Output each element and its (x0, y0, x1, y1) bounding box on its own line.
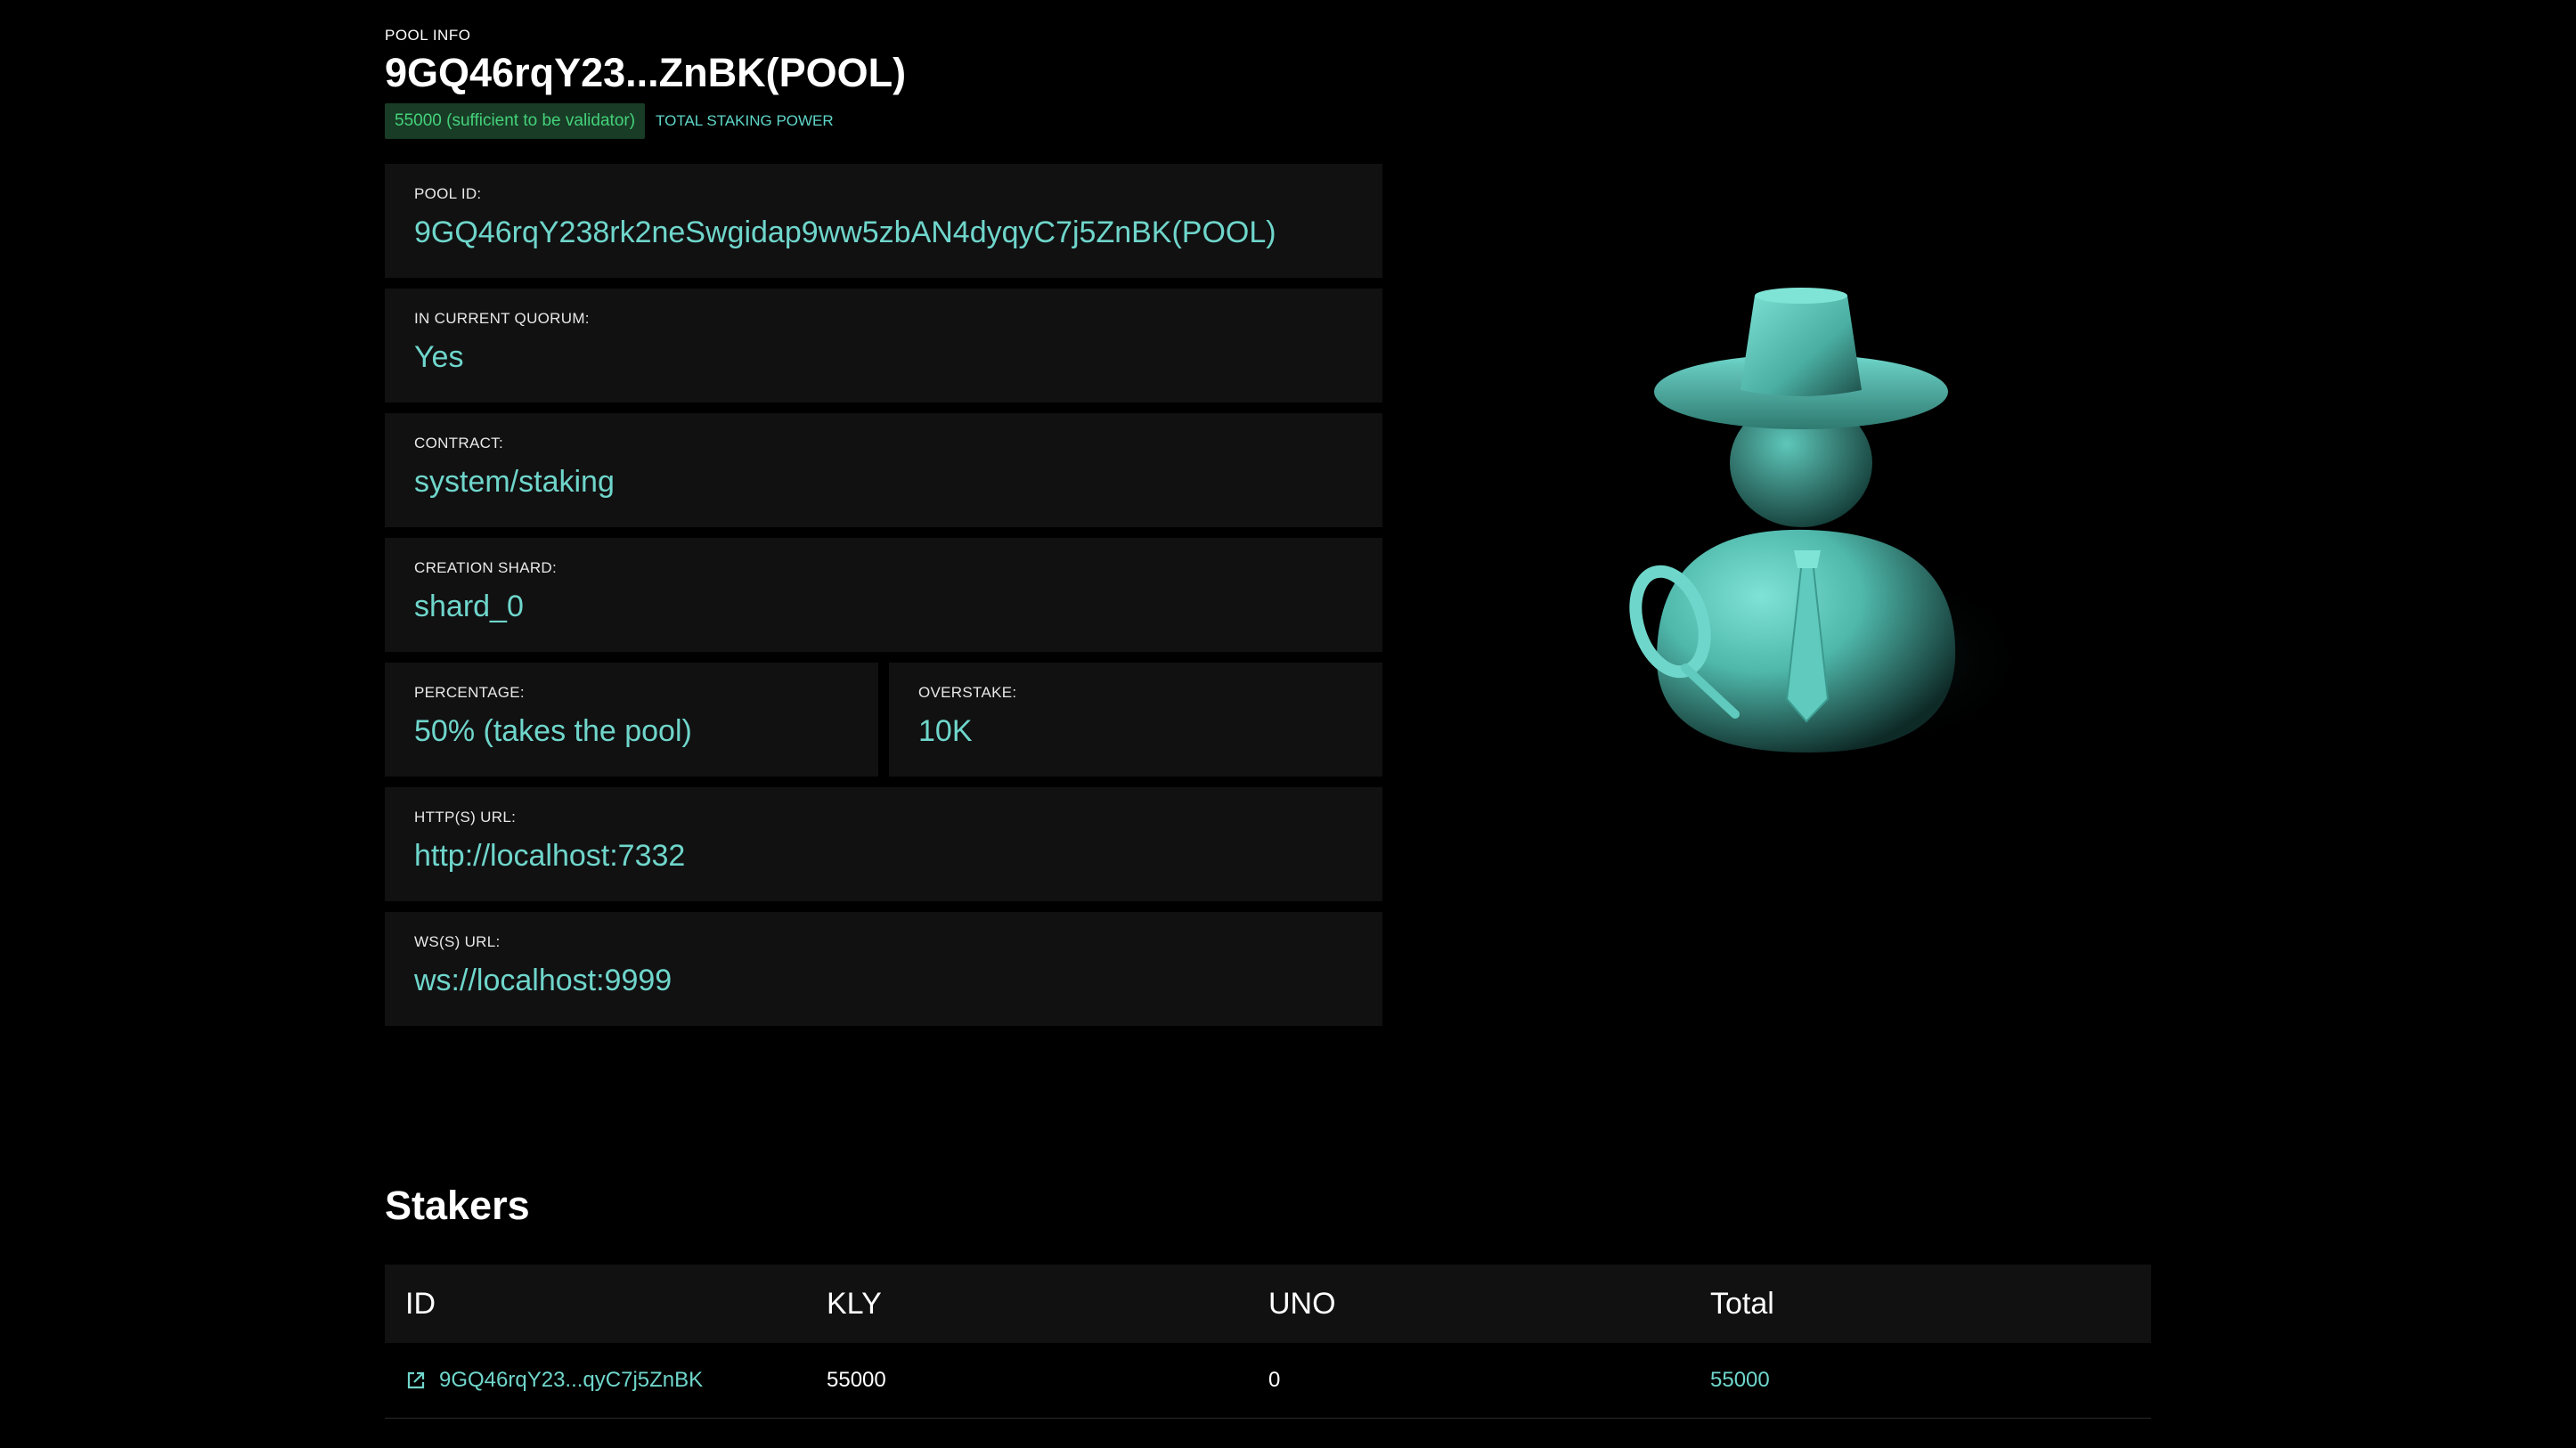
staking-power-badge: 55000 (sufficient to be validator) (385, 103, 646, 139)
pool-id-value: 9GQ46rqY238rk2neSwgidap9ww5zbAN4dyqyC7j5… (414, 216, 1276, 249)
shard-value: shard_0 (414, 590, 524, 623)
table-row: 9GQ46rqY23...qyC7j5ZnBK 55000 0 55000 (385, 1343, 2151, 1419)
stakers-table: ID KLY UNO Total 9GQ46rqY23...qyC7j5ZnBK… (385, 1265, 2151, 1419)
staker-total: 55000 (1710, 1368, 1770, 1392)
percentage-card: PERCENTAGE: 50% (takes the pool) (385, 663, 878, 777)
overstake-value: 10K (918, 714, 973, 748)
contract-value: system/staking (414, 465, 615, 499)
stakers-heading: Stakers (385, 1183, 530, 1228)
percentage-label: PERCENTAGE: (414, 684, 525, 701)
column-header-total: Total (1710, 1286, 1774, 1321)
percentage-value: 50% (takes the pool) (414, 714, 692, 748)
overstake-card: OVERSTAKE: 10K (889, 663, 1382, 777)
detective-avatar-illustration (1629, 288, 2031, 752)
staker-id-text: 9GQ46rqY23...qyC7j5ZnBK (439, 1368, 704, 1392)
staking-power-row: 55000 (sufficient to be validator) TOTAL… (385, 103, 834, 139)
staker-id-link[interactable]: 9GQ46rqY23...qyC7j5ZnBK (385, 1368, 827, 1393)
column-header-kly: KLY (827, 1286, 882, 1321)
quorum-card: IN CURRENT QUORUM: Yes (385, 289, 1382, 403)
external-link-icon (407, 1371, 425, 1389)
ws-url-label: WS(S) URL: (414, 933, 501, 950)
staking-power-label: TOTAL STAKING POWER (656, 112, 834, 129)
quorum-label: IN CURRENT QUORUM: (414, 310, 590, 327)
page-title: 9GQ46rqY23...ZnBK(POOL) (385, 50, 907, 95)
http-url-value: http://localhost:7332 (414, 839, 686, 873)
http-url-card: HTTP(S) URL: http://localhost:7332 (385, 787, 1382, 901)
column-header-id: ID (405, 1286, 436, 1321)
ws-url-card: WS(S) URL: ws://localhost:9999 (385, 912, 1382, 1026)
contract-card: CONTRACT: system/staking (385, 413, 1382, 527)
shard-label: CREATION SHARD: (414, 559, 558, 576)
overstake-label: OVERSTAKE: (918, 684, 1017, 701)
ws-url-value: ws://localhost:9999 (414, 964, 673, 997)
column-header-uno: UNO (1268, 1286, 1336, 1321)
staker-uno: 0 (1268, 1368, 1281, 1392)
pool-id-card: POOL ID: 9GQ46rqY238rk2neSwgidap9ww5zbAN… (385, 164, 1382, 278)
http-url-label: HTTP(S) URL: (414, 809, 517, 826)
quorum-value: Yes (414, 340, 464, 374)
section-eyebrow: POOL INFO (385, 27, 471, 44)
stakers-table-header: ID KLY UNO Total (385, 1265, 2151, 1343)
staker-kly: 55000 (827, 1368, 886, 1392)
shard-card: CREATION SHARD: shard_0 (385, 538, 1382, 652)
pool-id-label: POOL ID: (414, 185, 482, 202)
contract-label: CONTRACT: (414, 435, 503, 451)
